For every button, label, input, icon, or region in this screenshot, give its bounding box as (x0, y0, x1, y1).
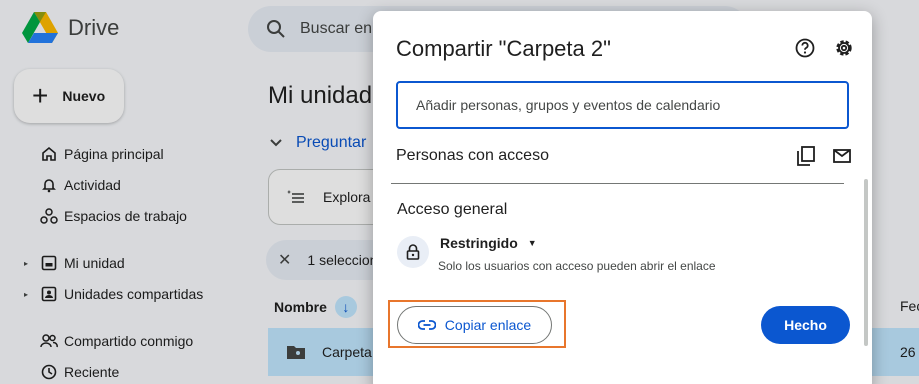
link-icon (417, 320, 436, 330)
done-button[interactable]: Hecho (761, 306, 850, 344)
gear-icon[interactable] (834, 38, 854, 63)
copy-icon[interactable] (797, 146, 815, 171)
lock-icon (397, 236, 429, 268)
access-description: Solo los usuarios con acceso pueden abri… (438, 259, 716, 273)
share-dialog: Compartir "Carpeta 2" Añadir personas, g… (373, 11, 872, 384)
help-icon[interactable] (795, 38, 815, 63)
access-level-dropdown[interactable]: Restringido ▼ (440, 235, 537, 251)
scrollbar[interactable] (864, 179, 868, 346)
add-people-input[interactable]: Añadir personas, grupos y eventos de cal… (396, 81, 849, 129)
access-level-label: Restringido (440, 235, 518, 251)
dropdown-arrow-icon: ▼ (527, 238, 537, 248)
email-icon[interactable] (833, 148, 851, 169)
divider (391, 183, 844, 184)
people-with-access-label: Personas con acceso (396, 147, 549, 164)
copy-link-label: Copiar enlace (444, 317, 532, 333)
copy-link-button[interactable]: Copiar enlace (397, 306, 552, 344)
dialog-title: Compartir "Carpeta 2" (396, 36, 611, 61)
general-access-label: Acceso general (397, 201, 508, 218)
